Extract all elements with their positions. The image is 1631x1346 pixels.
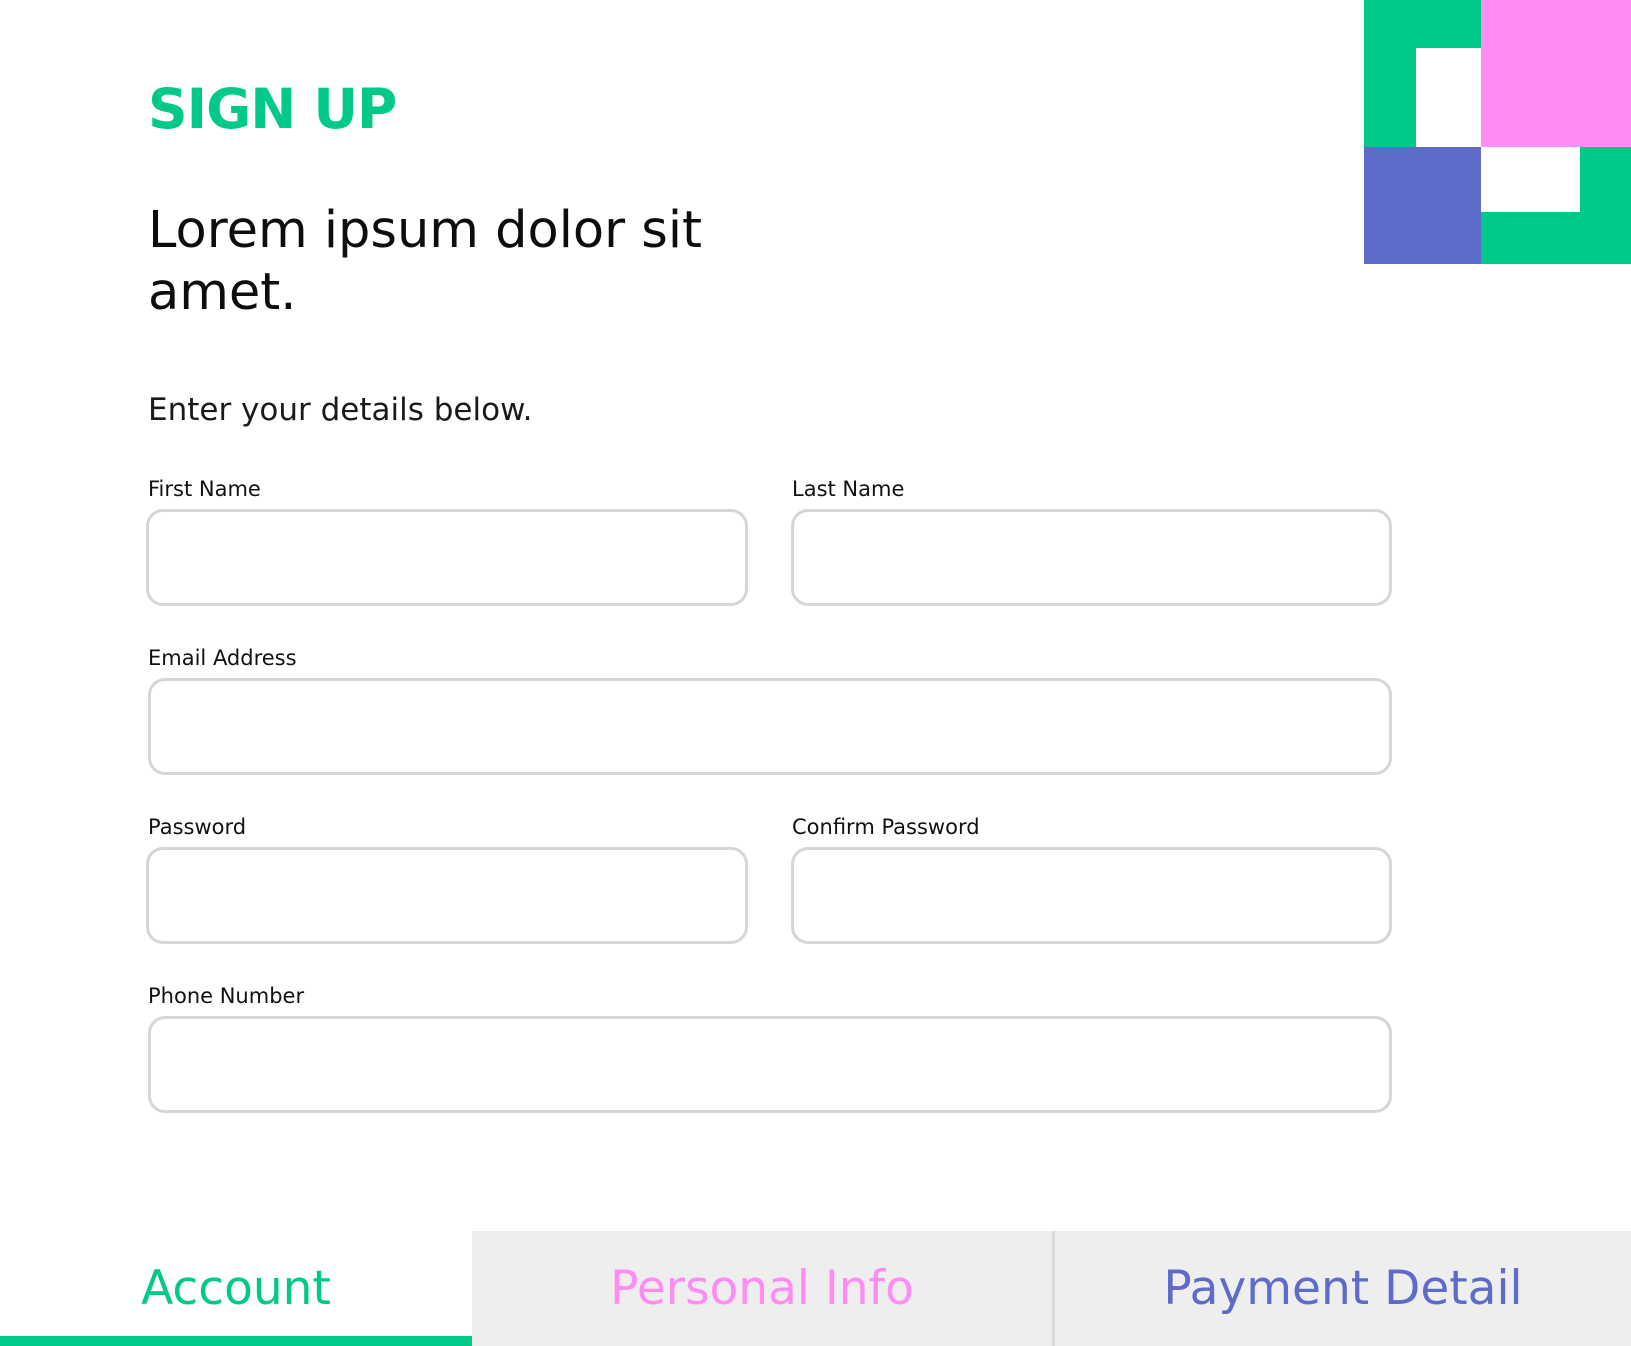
page-headline: Lorem ipsum dolor sit amet. (148, 201, 703, 322)
email-input[interactable] (148, 678, 1392, 775)
white-block (1416, 48, 1481, 147)
password-label: Password (148, 815, 247, 839)
confirm-password-input[interactable] (791, 847, 1392, 944)
decorative-corner-graphic (1364, 0, 1631, 264)
step-tabs: Account Personal Info Payment Detail (0, 1231, 1631, 1346)
pink-block (1481, 0, 1631, 147)
confirm-password-label: Confirm Password (792, 815, 980, 839)
tab-payment-detail[interactable]: Payment Detail (1055, 1231, 1631, 1346)
first-name-input[interactable] (146, 509, 748, 606)
intro-text: Enter your details below. (148, 392, 533, 428)
last-name-label: Last Name (792, 477, 905, 501)
password-input[interactable] (146, 847, 748, 944)
phone-number-input[interactable] (148, 1016, 1392, 1113)
email-label: Email Address (148, 646, 297, 670)
tab-account[interactable]: Account (0, 1231, 472, 1346)
phone-number-label: Phone Number (148, 984, 305, 1008)
tab-personal-info[interactable]: Personal Info (472, 1231, 1052, 1346)
first-name-label: First Name (148, 477, 261, 501)
white-block (1481, 147, 1580, 212)
page-title: SIGN UP (148, 77, 397, 141)
purple-block (1364, 147, 1481, 264)
last-name-input[interactable] (791, 509, 1392, 606)
